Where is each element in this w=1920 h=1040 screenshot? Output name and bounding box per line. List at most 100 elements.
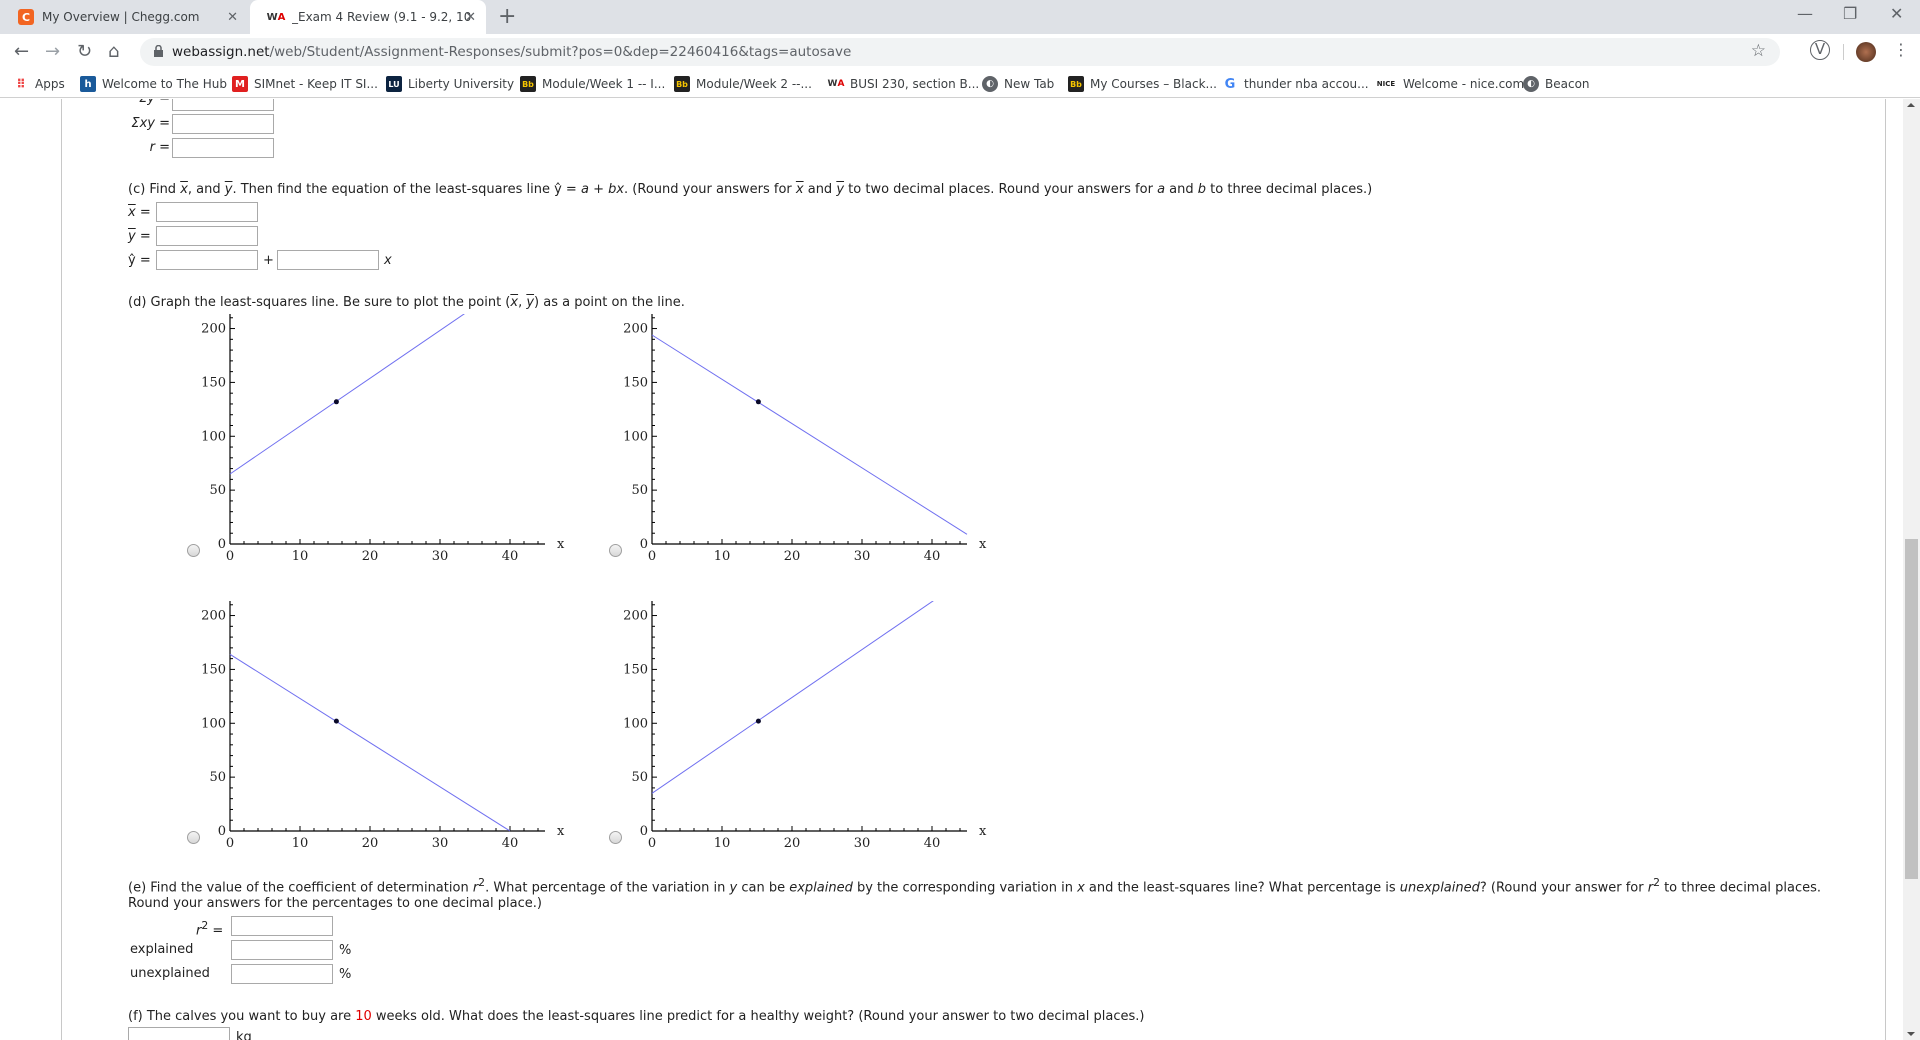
- x-tick-label: 20: [784, 549, 801, 564]
- x-axis-label: x: [979, 824, 987, 839]
- simnet-icon: M: [232, 76, 248, 92]
- least-squares-line: [651, 593, 944, 794]
- ybar-input[interactable]: [156, 226, 258, 246]
- x-tick-label: 30: [432, 836, 449, 851]
- y-tick-label: 200: [623, 322, 648, 337]
- bookmark-beacon[interactable]: ◐ Beacon: [1523, 76, 1590, 92]
- explained-percent: %: [339, 943, 352, 958]
- y-tick-label: 50: [631, 483, 648, 498]
- graph-option-1-radio[interactable]: [187, 544, 200, 557]
- x-tick-label: 20: [362, 549, 379, 564]
- r-squared-label: r2 =: [196, 919, 224, 939]
- x-tick-label: 0: [226, 836, 234, 851]
- graph-option-2: 010203040050100150200xy: [602, 288, 1042, 574]
- bookmark-module-1[interactable]: Bb Module/Week 1 -- I...: [520, 76, 665, 92]
- bookmark-simnet[interactable]: M SIMnet - Keep IT SI...: [232, 76, 378, 92]
- graph-option-4-radio[interactable]: [609, 831, 622, 844]
- intercept-a-input[interactable]: [156, 250, 258, 270]
- scrollbar-thumb[interactable]: [1905, 539, 1918, 879]
- y-tick-label: 200: [201, 609, 226, 624]
- bookmark-thunder[interactable]: Gthunder nba accou...: [1222, 76, 1369, 92]
- part-e-prompt-line2: Round your answers for the percentages t…: [128, 896, 542, 911]
- graph-option-4: 010203040050100150200xy: [602, 575, 1042, 861]
- graph-option-3-radio[interactable]: [187, 831, 200, 844]
- xbar-label: x =: [128, 205, 151, 220]
- bookmark-star-icon[interactable]: ☆: [1751, 41, 1766, 61]
- plus-sign: +: [263, 253, 274, 268]
- forward-button[interactable]: →: [45, 41, 60, 62]
- tab-webassign[interactable]: WA _Exam 4 Review (9.1 - 9.2, 10.1-1 ✕: [250, 0, 486, 34]
- vertical-scrollbar[interactable]: [1903, 99, 1920, 1040]
- mean-point: [333, 718, 339, 724]
- bookmark-new-tab[interactable]: ◐ New Tab: [982, 76, 1054, 92]
- liberty-icon: LU: [386, 76, 402, 92]
- close-tab-icon[interactable]: ✕: [227, 10, 238, 25]
- webassign-icon: WA: [266, 11, 286, 23]
- y-tick-label: 100: [623, 429, 648, 444]
- bookmark-busi230[interactable]: W A BUSI 230, section B...: [828, 76, 980, 92]
- tab-chegg[interactable]: C My Overview | Chegg.com ✕: [0, 0, 248, 34]
- address-bar[interactable]: webassign.net/web/Student/Assignment-Res…: [140, 38, 1780, 66]
- part-e-prompt-line1: (e) Find the value of the coefficient of…: [128, 876, 1822, 896]
- r-input[interactable]: [172, 138, 274, 158]
- profile-avatar[interactable]: [1856, 42, 1876, 62]
- x-axis-label: x: [979, 537, 987, 552]
- x-tick-label: 30: [854, 549, 871, 564]
- y-tick-label: 200: [201, 322, 226, 337]
- x-tick-label: 20: [362, 836, 379, 851]
- scroll-down-arrow[interactable]: [1907, 1032, 1915, 1036]
- menu-kebab-icon[interactable]: ⋮: [1893, 40, 1909, 59]
- x-tick-label: 30: [432, 549, 449, 564]
- bookmark-hub[interactable]: h Welcome to The Hub: [80, 76, 227, 92]
- reload-button[interactable]: ↻: [77, 41, 92, 62]
- explained-label: explained: [130, 942, 194, 957]
- r-squared-input[interactable]: [231, 916, 333, 936]
- restore-button[interactable]: ❐: [1843, 4, 1857, 23]
- mean-point: [755, 399, 761, 405]
- x-tick-label: 0: [226, 549, 234, 564]
- y-tick-label: 150: [201, 375, 226, 390]
- bookmark-liberty[interactable]: LU Liberty University: [386, 76, 514, 92]
- bookmark-module-2[interactable]: Bb Module/Week 2 --...: [674, 76, 812, 92]
- x-tick-label: 40: [502, 836, 519, 851]
- minimize-button[interactable]: —: [1797, 4, 1813, 23]
- bookmark-my-courses[interactable]: Bb My Courses – Black...: [1068, 76, 1217, 92]
- slope-b-input[interactable]: [277, 250, 379, 270]
- weight-prediction-input[interactable]: [128, 1027, 230, 1040]
- extension-v-icon[interactable]: V: [1810, 40, 1830, 60]
- x-tick-label: 30: [854, 836, 871, 851]
- google-icon: G: [1224, 76, 1236, 92]
- url-path: /web/Student/Assignment-Responses/submit…: [269, 44, 852, 60]
- scroll-up-arrow[interactable]: [1907, 103, 1915, 107]
- sum-xy-input[interactable]: [172, 114, 274, 134]
- tab-title: _Exam 4 Review (9.1 - 9.2, 10.1-1: [292, 10, 472, 24]
- explained-input[interactable]: [231, 940, 333, 960]
- sum-y-input[interactable]: [172, 99, 274, 111]
- least-squares-line: [651, 334, 968, 535]
- home-button[interactable]: ⌂: [108, 41, 119, 62]
- ybar-label: y =: [128, 229, 151, 244]
- page-content: Σy = Σxy = r = (c) Find x, and y. Then f…: [0, 99, 1904, 1040]
- bookmark-nice[interactable]: NICE Welcome - nice.com: [1375, 76, 1524, 92]
- x-tick-label: 20: [784, 836, 801, 851]
- back-button[interactable]: ←: [14, 41, 29, 62]
- apps-grid-icon: ⠿: [16, 77, 26, 91]
- least-squares-line: [229, 306, 475, 475]
- blackboard-icon: Bb: [520, 76, 536, 92]
- hub-icon: h: [80, 76, 96, 92]
- y-tick-label: 150: [623, 375, 648, 390]
- new-tab-button[interactable]: +: [498, 4, 516, 29]
- close-tab-icon[interactable]: ✕: [465, 10, 476, 25]
- x-axis-label: x: [557, 824, 565, 839]
- xbar-input[interactable]: [156, 202, 258, 222]
- part-c-prompt: (c) Find x, and y. Then find the equatio…: [128, 182, 1373, 197]
- bookmark-apps[interactable]: ⠿ Apps: [13, 76, 64, 92]
- y-tick-label: 50: [631, 770, 648, 785]
- unexplained-input[interactable]: [231, 964, 333, 984]
- bookmarks-bar: ⠿ Apps h Welcome to The Hub M SIMnet - Keep…: [0, 70, 1920, 98]
- y-tick-label: 50: [209, 483, 226, 498]
- graph-option-2-radio[interactable]: [609, 544, 622, 557]
- content-left-border: [61, 99, 62, 1040]
- content-right-border: [1885, 99, 1886, 1040]
- close-window-button[interactable]: ✕: [1890, 4, 1903, 23]
